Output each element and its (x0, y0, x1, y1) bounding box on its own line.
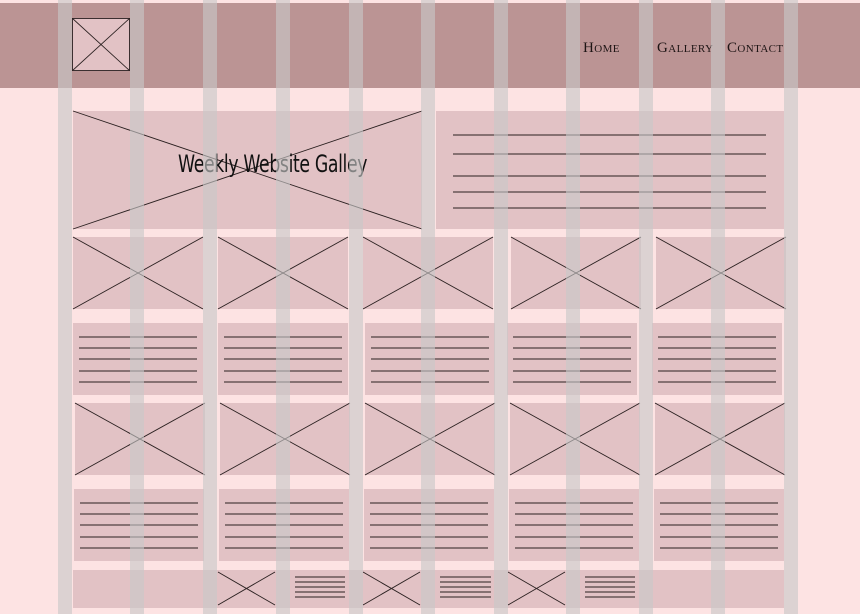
nav-contact-link[interactable]: Contact (727, 40, 784, 57)
gallery-caption[interactable] (507, 323, 637, 395)
text-lines-icon (453, 134, 766, 209)
gallery-thumbnail[interactable] (219, 402, 351, 476)
text-lines-icon (80, 502, 198, 549)
image-placeholder-icon (74, 402, 206, 476)
gallery-caption[interactable] (74, 489, 204, 561)
image-placeholder-icon (655, 236, 787, 310)
hero-title: Weekly Website Galley (178, 150, 368, 178)
text-lines-icon (515, 502, 633, 549)
gallery-thumbnail[interactable] (509, 402, 641, 476)
gallery-caption[interactable] (218, 323, 348, 395)
image-placeholder-icon (362, 236, 494, 310)
image-placeholder-icon (72, 18, 130, 71)
text-lines-icon (79, 336, 197, 383)
image-placeholder-icon (72, 236, 204, 310)
gallery-caption[interactable] (365, 323, 495, 395)
image-placeholder-icon (509, 402, 641, 476)
image-placeholder-icon (217, 571, 566, 606)
gallery-thumbnail[interactable] (217, 236, 349, 310)
nav-home-link[interactable]: Home (583, 40, 620, 57)
gallery-caption[interactable] (652, 323, 782, 395)
text-lines-icon (371, 336, 489, 383)
image-placeholder-icon (217, 236, 349, 310)
footer-placeholders (217, 571, 635, 606)
footer-strip (73, 570, 784, 608)
gallery-thumbnail[interactable] (74, 402, 206, 476)
text-lines-icon (513, 336, 631, 383)
text-lines-icon (370, 502, 488, 549)
image-placeholder-icon (364, 402, 496, 476)
gallery-thumbnail[interactable] (655, 236, 787, 310)
logo-placeholder[interactable] (72, 18, 130, 71)
image-placeholder-icon (219, 402, 351, 476)
text-lines-icon (295, 576, 635, 598)
text-lines-icon (224, 336, 342, 383)
nav-gallery-link[interactable]: Gallery (657, 40, 713, 57)
image-placeholder-icon (654, 402, 786, 476)
gallery-caption[interactable] (509, 489, 639, 561)
gallery-thumbnail[interactable] (362, 236, 494, 310)
text-lines-icon (660, 502, 778, 549)
gallery-thumbnail[interactable] (510, 236, 642, 310)
image-placeholder-icon (510, 236, 642, 310)
gallery-thumbnail[interactable] (364, 402, 496, 476)
gallery-caption[interactable] (364, 489, 494, 561)
text-lines-icon (225, 502, 343, 549)
gallery-thumbnail[interactable] (654, 402, 786, 476)
gallery-caption[interactable] (219, 489, 349, 561)
gallery-thumbnail[interactable] (72, 236, 204, 310)
text-lines-icon (658, 336, 776, 383)
gallery-caption[interactable] (654, 489, 784, 561)
gallery-caption[interactable] (73, 323, 203, 395)
hero-text-placeholder (436, 111, 784, 229)
